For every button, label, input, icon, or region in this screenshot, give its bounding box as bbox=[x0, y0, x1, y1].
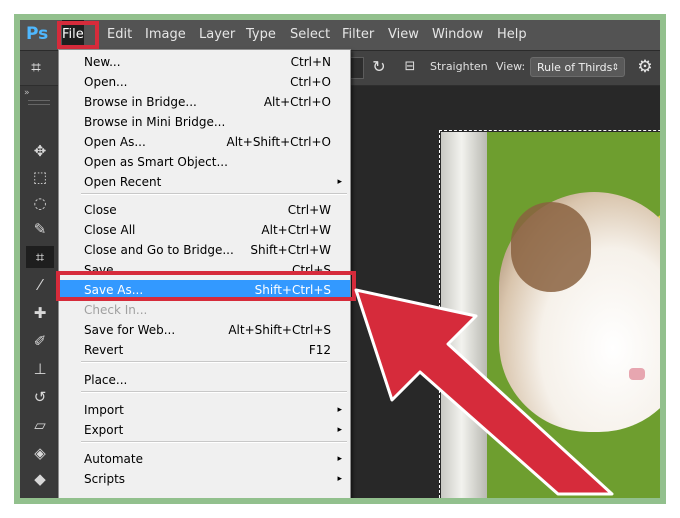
menu-item-browse-in-bridge-shortcut: Alt+Ctrl+O bbox=[263, 95, 331, 109]
menu-item-place[interactable]: Place... bbox=[59, 370, 350, 390]
submenu-arrow-icon: ▸ bbox=[337, 177, 342, 187]
menu-item-place-label: Place... bbox=[84, 373, 128, 387]
menu-help[interactable]: Help bbox=[497, 20, 527, 50]
view-overlay-value: Rule of Thirds bbox=[537, 61, 613, 74]
menu-item-close-all[interactable]: Close All Alt+Ctrl+W bbox=[59, 220, 350, 240]
file-menu-annotation-box bbox=[57, 21, 99, 49]
healing-brush-icon[interactable]: ✚ bbox=[26, 302, 54, 324]
menu-item-check-in-label: Check In... bbox=[84, 303, 148, 317]
submenu-arrow-icon: ▸ bbox=[337, 405, 342, 415]
menu-edit[interactable]: Edit bbox=[107, 20, 132, 50]
menu-view[interactable]: View bbox=[388, 20, 419, 50]
menu-item-close-all-label: Close All bbox=[84, 223, 136, 237]
crop-icon[interactable]: ⌗ bbox=[26, 246, 54, 268]
move-icon[interactable]: ✥ bbox=[26, 140, 54, 162]
menu-item-revert-label: Revert bbox=[84, 343, 124, 357]
paint-bucket-icon[interactable]: ◈ bbox=[26, 442, 54, 464]
menu-item-close-label: Close bbox=[84, 203, 117, 217]
menu-item-browse-in-mini-bridge-label: Browse in Mini Bridge... bbox=[84, 115, 226, 129]
menu-item-close-and-go-to-bridge[interactable]: Close and Go to Bridge... Shift+Ctrl+W bbox=[59, 240, 350, 260]
menu-item-close[interactable]: Close Ctrl+W bbox=[59, 200, 350, 220]
eyedropper-icon[interactable]: ⁄ bbox=[26, 274, 54, 296]
toolbox: » ✥ ⬚ ◌ ✎ ⌗ ⁄ ✚ ✐ ⊥ ↺ ▱ ◈ ◆ bbox=[20, 86, 61, 498]
clone-stamp-icon[interactable]: ⊥ bbox=[26, 358, 54, 380]
submenu-arrow-icon: ▸ bbox=[337, 474, 342, 484]
toolbox-collapse-icon[interactable]: » bbox=[24, 88, 30, 98]
menu-item-new-shortcut: Ctrl+N bbox=[290, 55, 331, 69]
menu-item-new-label: New... bbox=[84, 55, 121, 69]
menu-item-open-as-smart-object[interactable]: Open as Smart Object... bbox=[59, 152, 350, 172]
menu-item-scripts-label: Scripts bbox=[84, 472, 126, 486]
ratio-field[interactable] bbox=[350, 57, 364, 79]
marquee-icon[interactable]: ⬚ bbox=[26, 166, 54, 188]
straighten-icon[interactable]: ⊟ bbox=[400, 59, 420, 75]
view-overlay-select[interactable]: Rule of Thirds ⇕ bbox=[530, 57, 625, 77]
eraser-icon[interactable]: ▱ bbox=[26, 414, 54, 436]
straighten-label[interactable]: Straighten bbox=[430, 60, 488, 73]
rotate-icon[interactable]: ↻ bbox=[369, 57, 389, 77]
submenu-arrow-icon: ▸ bbox=[337, 425, 342, 435]
menu-separator bbox=[81, 441, 347, 443]
blur-icon[interactable]: ◆ bbox=[26, 468, 54, 490]
menu-item-import[interactable]: Import ▸ bbox=[59, 400, 350, 420]
menu-item-open-as-label: Open As... bbox=[84, 135, 146, 149]
menu-type[interactable]: Type bbox=[246, 20, 276, 50]
menu-item-automate[interactable]: Automate ▸ bbox=[59, 449, 350, 469]
menu-separator bbox=[81, 193, 347, 195]
menu-item-close-shortcut: Ctrl+W bbox=[287, 203, 331, 217]
select-arrows-icon: ⇕ bbox=[611, 63, 619, 73]
menu-select[interactable]: Select bbox=[290, 20, 330, 50]
menu-item-close-and-go-to-bridge-label: Close and Go to Bridge... bbox=[84, 243, 234, 257]
menu-item-export[interactable]: Export ▸ bbox=[59, 420, 350, 440]
menu-filter[interactable]: Filter bbox=[342, 20, 374, 50]
lasso-icon[interactable]: ◌ bbox=[26, 192, 54, 214]
menu-item-open-recent-label: Open Recent bbox=[84, 175, 162, 189]
arrow-shape bbox=[354, 288, 614, 496]
menu-layer[interactable]: Layer bbox=[199, 20, 235, 50]
submenu-arrow-icon: ▸ bbox=[337, 454, 342, 464]
menu-item-open-as-smart-object-label: Open as Smart Object... bbox=[84, 155, 228, 169]
menu-item-browse-in-bridge[interactable]: Browse in Bridge... Alt+Ctrl+O bbox=[59, 92, 350, 112]
menu-item-revert[interactable]: Revert F12 bbox=[59, 340, 350, 360]
menu-separator bbox=[81, 391, 347, 393]
menu-item-export-label: Export bbox=[84, 423, 124, 437]
save-as-annotation-box bbox=[56, 271, 356, 301]
menu-item-scripts[interactable]: Scripts ▸ bbox=[59, 469, 350, 489]
history-brush-icon[interactable]: ↺ bbox=[26, 386, 54, 408]
menu-item-automate-label: Automate bbox=[84, 452, 143, 466]
menu-bar: Ps File Edit Image Layer Type Select Fil… bbox=[20, 20, 660, 51]
menu-item-open[interactable]: Open... Ctrl+O bbox=[59, 72, 350, 92]
brush-icon[interactable]: ✐ bbox=[26, 330, 54, 352]
toolbox-grip[interactable] bbox=[28, 100, 50, 105]
menu-item-open-shortcut: Ctrl+O bbox=[290, 75, 331, 89]
red-pointer-arrow-icon bbox=[354, 288, 614, 496]
menu-item-check-in: Check In... bbox=[59, 300, 350, 320]
menu-item-open-recent[interactable]: Open Recent ▸ bbox=[59, 172, 350, 192]
menu-item-import-label: Import bbox=[84, 403, 124, 417]
menu-item-save-for-web-shortcut: Alt+Shift+Ctrl+S bbox=[228, 323, 331, 337]
menu-item-open-as[interactable]: Open As... Alt+Shift+Ctrl+O bbox=[59, 132, 350, 152]
view-label: View: bbox=[496, 60, 526, 73]
menu-item-browse-in-mini-bridge[interactable]: Browse in Mini Bridge... bbox=[59, 112, 350, 132]
quick-select-icon[interactable]: ✎ bbox=[26, 218, 54, 240]
menu-window[interactable]: Window bbox=[432, 20, 483, 50]
photoshop-window: Ps File Edit Image Layer Type Select Fil… bbox=[20, 20, 660, 498]
crop-icon[interactable]: ⌗ bbox=[25, 57, 47, 79]
menu-item-save-for-web-label: Save for Web... bbox=[84, 323, 176, 337]
menu-item-open-label: Open... bbox=[84, 75, 128, 89]
menu-image[interactable]: Image bbox=[145, 20, 186, 50]
menu-item-open-as-shortcut: Alt+Shift+Ctrl+O bbox=[226, 135, 331, 149]
menu-item-revert-shortcut: F12 bbox=[308, 343, 331, 357]
menu-item-close-and-go-to-bridge-shortcut: Shift+Ctrl+W bbox=[250, 243, 331, 257]
menu-item-save-for-web[interactable]: Save for Web... Alt+Shift+Ctrl+S bbox=[59, 320, 350, 340]
menu-separator bbox=[81, 361, 347, 363]
menu-item-close-all-shortcut: Alt+Ctrl+W bbox=[261, 223, 331, 237]
photoshop-logo: Ps bbox=[26, 24, 49, 44]
menu-item-browse-in-bridge-label: Browse in Bridge... bbox=[84, 95, 197, 109]
gear-icon[interactable]: ⚙ bbox=[635, 57, 655, 77]
menu-item-new[interactable]: New... Ctrl+N bbox=[59, 52, 350, 72]
